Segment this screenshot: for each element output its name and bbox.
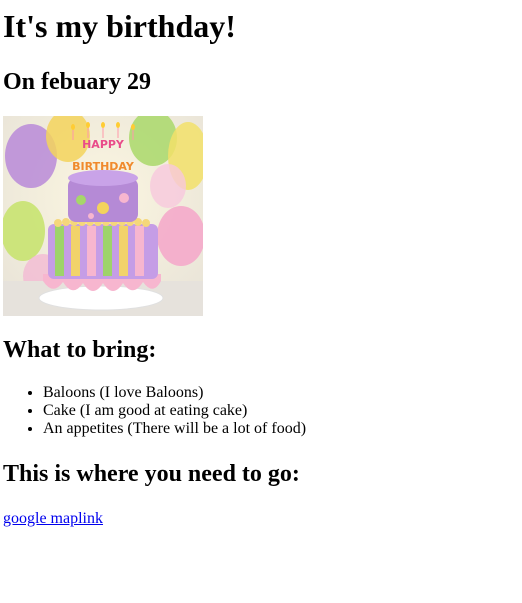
birthday-cake-image: HAPPY BIRTHDAY [1,110,208,316]
svg-text:HAPPY: HAPPY [82,138,125,151]
list-item: Baloons (I love Baloons) [43,384,519,402]
list-item: An appetites (There will be a lot of foo… [43,420,519,438]
bring-list: Baloons (I love Baloons) Cake (I am good… [3,384,519,438]
what-to-bring-heading: What to bring: [3,337,157,363]
party-date: On febuary 29 [3,69,152,95]
page: It's my birthday! On febuary 29 HAPPY BI… [0,8,522,528]
list-item: Cake (I am good at eating cake) [43,402,519,420]
birthday-cake-icon: HAPPY BIRTHDAY [1,110,208,316]
google-maplink[interactable]: google maplink [3,510,103,527]
directions-heading: This is where you need to go: [3,461,300,487]
svg-text:BIRTHDAY: BIRTHDAY [72,160,135,173]
maplink-paragraph: google maplink [3,510,519,528]
page-title: It's my birthday! [3,8,236,44]
